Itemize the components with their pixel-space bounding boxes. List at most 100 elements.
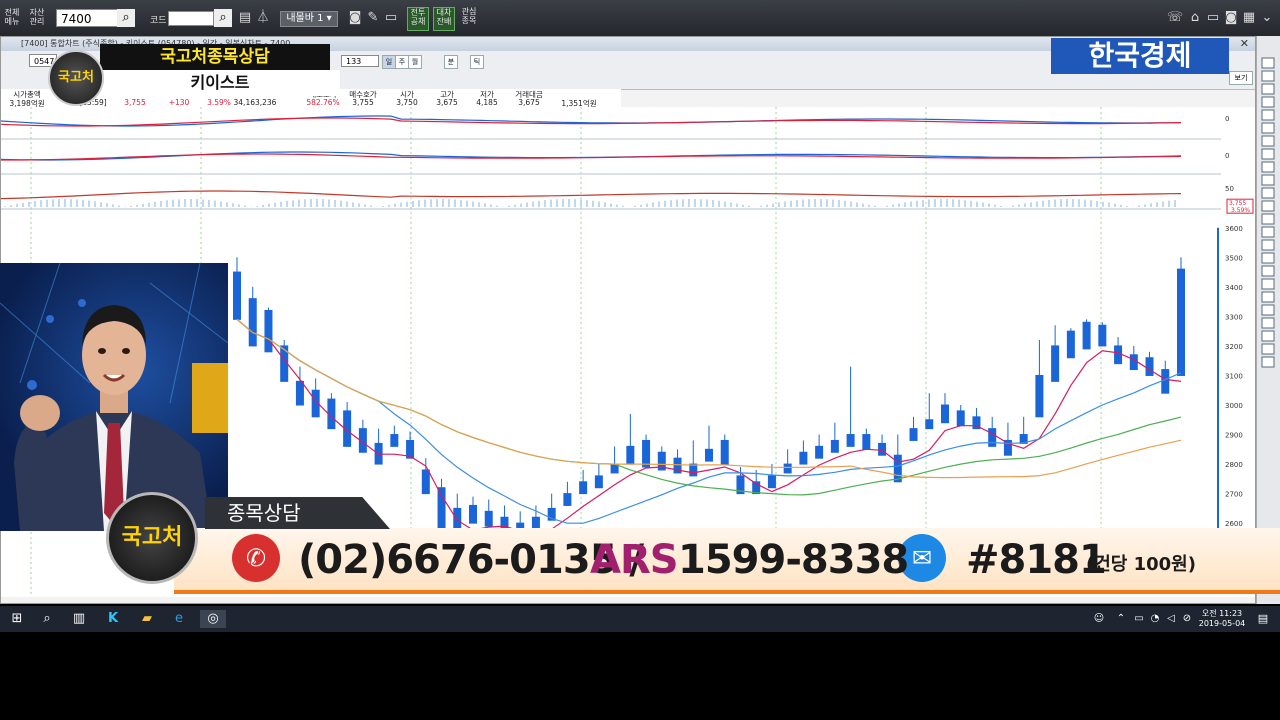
tool-icon[interactable] <box>1261 304 1275 316</box>
tool-icon[interactable] <box>1261 83 1275 95</box>
candle <box>862 434 871 450</box>
edit-icon[interactable]: ✎ <box>364 9 382 27</box>
app-k-icon[interactable]: K <box>104 610 122 628</box>
task-view-icon[interactable]: ▥ <box>70 610 88 628</box>
price-axis-label: 3400 <box>1225 284 1243 292</box>
candle <box>846 434 855 447</box>
tool-icon[interactable] <box>1261 96 1275 108</box>
candle <box>642 439 651 468</box>
screen-number-input[interactable]: 7400 <box>56 9 118 27</box>
code-input[interactable] <box>168 11 214 26</box>
candle <box>941 404 949 424</box>
tool-icon[interactable] <box>1261 148 1275 160</box>
program-title: 국고처종목상담 <box>100 44 330 70</box>
green-button-1[interactable]: 전투 공채 <box>407 7 429 31</box>
tool-icon[interactable] <box>1261 174 1275 186</box>
chevron-down-icon[interactable]: ⌄ <box>1258 9 1276 27</box>
tool-icon[interactable] <box>1261 135 1275 147</box>
candle <box>1114 345 1123 365</box>
tool-icon[interactable] <box>1261 57 1275 69</box>
all-menu-button[interactable]: 전체 메뉴 <box>4 8 20 26</box>
green-button-2[interactable]: 대차 잔배 <box>433 7 455 31</box>
tool-icon[interactable] <box>1261 252 1275 264</box>
drawing-tools[interactable] <box>341 71 611 83</box>
price-axis-label: 3300 <box>1225 313 1243 321</box>
candle <box>909 428 918 441</box>
tray-chevron-icon[interactable]: ⌃ <box>1112 610 1130 628</box>
monitor-small-icon[interactable]: ▭ <box>1204 9 1222 27</box>
close-icon[interactable]: ✕ <box>1240 37 1249 51</box>
view-button[interactable]: 보기 <box>1229 71 1253 85</box>
windows-start-icon[interactable]: ⊞ <box>8 610 26 628</box>
tool-icon[interactable] <box>1261 109 1275 121</box>
tool-icon[interactable] <box>1261 330 1275 342</box>
price-axis-label: 3500 <box>1225 254 1243 262</box>
clock[interactable]: 오전 11:23 2019-05-04 <box>1196 608 1248 628</box>
tool-icon[interactable] <box>1261 278 1275 290</box>
candle <box>893 454 902 483</box>
folder-icon[interactable]: ▰ <box>138 610 156 628</box>
ime-icon[interactable]: ⊘ <box>1178 610 1196 628</box>
tool-icon[interactable] <box>1261 226 1275 238</box>
candle <box>626 445 635 465</box>
period-month-button[interactable]: 월 <box>408 55 422 69</box>
right-tool-icons[interactable] <box>1257 36 1280 604</box>
toolbar-select[interactable]: 내몰바 1 ▾ <box>280 11 338 27</box>
camera-icon[interactable]: ◙ <box>346 9 364 27</box>
monitor-icon[interactable]: ▭ <box>382 9 400 27</box>
tool-icon[interactable] <box>1261 70 1275 82</box>
grid-icon[interactable]: ▦ <box>1240 9 1258 27</box>
quote-value: 3,750 <box>396 98 418 107</box>
candle <box>594 475 603 489</box>
tool-icon[interactable] <box>1261 317 1275 329</box>
tool-icon[interactable] <box>1261 343 1275 355</box>
period-day-button[interactable]: 일 <box>382 55 396 69</box>
tool-icon[interactable] <box>1261 200 1275 212</box>
quote-value: 4,185 <box>476 98 498 107</box>
top-toolbar: 전체 메뉴 자산 관리 7400 ⌕ 코드 ⌕ ▤ ⏃ 내몰바 1 ▾ ◙ ✎ … <box>0 0 1280 37</box>
price-axis-label: 3100 <box>1225 372 1243 380</box>
candle <box>1051 345 1060 382</box>
period-week-button[interactable]: 주 <box>395 55 409 69</box>
toolbar-select-label: 내몰바 1 <box>286 13 324 24</box>
candle <box>1161 369 1170 394</box>
code-label: 코드 <box>150 16 167 26</box>
candle <box>925 419 934 430</box>
ars-label: ARS <box>590 537 679 583</box>
candle <box>1129 354 1138 371</box>
tool-icon[interactable] <box>1261 187 1275 199</box>
period-minute-button[interactable]: 분 <box>444 55 458 69</box>
tool-icon[interactable] <box>1261 291 1275 303</box>
candle <box>799 451 808 465</box>
candle <box>767 475 776 489</box>
sms-number: #8181 <box>966 537 1107 583</box>
code-search-icon[interactable]: ⌕ <box>214 9 232 27</box>
count-field[interactable]: 133 <box>341 55 379 67</box>
app-active-icon[interactable]: ◎ <box>200 610 226 628</box>
tool-icon[interactable] <box>1261 213 1275 225</box>
people-icon[interactable]: ☺ <box>1090 610 1108 628</box>
search-icon[interactable]: ⌕ <box>38 610 56 628</box>
camera-small-icon[interactable]: ◙ <box>1222 9 1240 27</box>
filter-icon[interactable]: ⏃ <box>254 9 272 27</box>
document-icon[interactable]: ▤ <box>236 9 254 27</box>
notification-icon[interactable]: ▤ <box>1254 610 1272 628</box>
quote-value: 34,163,236 <box>233 98 277 107</box>
tool-icon[interactable] <box>1261 239 1275 251</box>
price-axis-label: 2600 <box>1225 520 1243 528</box>
chat-icon[interactable]: ☏ <box>1166 9 1184 27</box>
asset-mgmt-button[interactable]: 자산 관리 <box>28 8 46 26</box>
period-tick-button[interactable]: 틱 <box>470 55 484 69</box>
tool-icon[interactable] <box>1261 122 1275 134</box>
price-axis-label: 3200 <box>1225 343 1243 351</box>
home-icon[interactable]: ⌂ <box>1186 9 1204 27</box>
ie-icon[interactable]: e <box>170 610 188 628</box>
tool-icon[interactable] <box>1261 265 1275 277</box>
search-icon[interactable]: ⌕ <box>117 9 135 27</box>
tool-icon[interactable] <box>1261 161 1275 173</box>
tool-icon[interactable] <box>1261 356 1275 368</box>
candle <box>469 504 477 524</box>
candle <box>878 442 887 456</box>
watchlist-button[interactable]: 관심 종목 <box>459 7 479 29</box>
candle <box>783 463 792 474</box>
